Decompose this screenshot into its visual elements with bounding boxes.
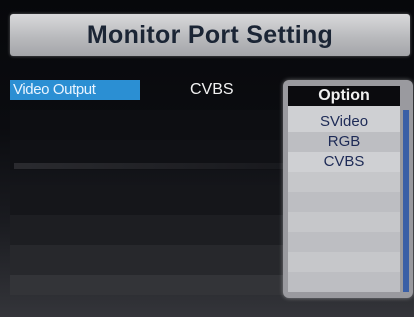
menu-row-empty [10,215,285,245]
option-scrollbar[interactable] [403,110,409,292]
option-empty-slot [288,272,400,292]
menu-row-empty [10,245,285,275]
option-cvbs[interactable]: CVBS [288,152,400,172]
video-output-current-value: CVBS [190,81,234,98]
option-empty-slot [288,172,400,192]
video-output-menu-item[interactable]: Video Output [10,80,140,100]
osd-screen: Monitor Port Setting Video Output CVBS O… [0,0,414,317]
option-empty-slot [288,232,400,252]
option-empty-slot [288,212,400,232]
option-popup-header: Option [288,86,400,106]
option-svideo[interactable]: SVideo [288,112,400,132]
option-rgb[interactable]: RGB [288,132,400,152]
menu-row-faint-text [14,163,284,169]
option-popup: Option SVideo RGB CVBS [283,80,413,298]
title-bar: Monitor Port Setting [10,14,410,56]
menu-row-empty [10,110,285,140]
option-list: Option SVideo RGB CVBS [288,86,400,292]
option-empty-slot [288,252,400,272]
menu-row-empty [10,185,285,215]
page-title: Monitor Port Setting [86,20,334,49]
option-empty-slot [288,192,400,212]
menu-row-empty [10,275,285,295]
